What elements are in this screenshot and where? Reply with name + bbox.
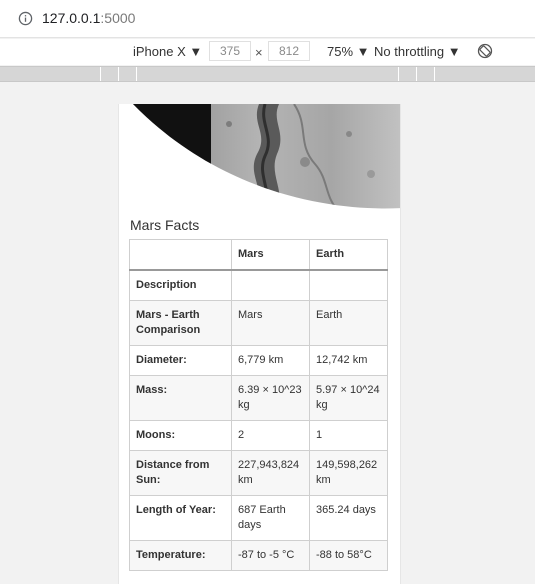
earth-value: 5.97 × 10^24 kg: [309, 375, 388, 421]
earth-value: 12,742 km: [309, 345, 388, 376]
address-bar: 127.0.0.1:5000: [0, 0, 535, 38]
table-row: Mars - Earth Comparison Mars Earth: [129, 300, 388, 346]
earth-value: -88 to 58°C: [309, 540, 388, 571]
earth-value: 149,598,262 km: [309, 450, 388, 496]
row-label: Mass:: [129, 375, 232, 421]
row-label: Diameter:: [129, 345, 232, 376]
mars-value: 6,779 km: [231, 345, 310, 376]
page-title: Mars Facts: [130, 217, 200, 233]
mars-value: Mars: [231, 300, 310, 346]
device-select[interactable]: iPhone X ▼: [133, 44, 202, 59]
mars-facts-table: Mars Earth Description Mars - Earth Comp…: [129, 239, 388, 571]
mars-value: 6.39 × 10^23 kg: [231, 375, 310, 421]
row-label: Temperature:: [129, 540, 232, 571]
table-row: Moons: 2 1: [129, 420, 388, 451]
earth-value: [309, 269, 388, 301]
mars-value: [231, 269, 310, 301]
header-cell-earth: Earth: [309, 239, 388, 271]
page-content: Mars Facts Mars Earth Description Mars -…: [118, 104, 401, 584]
table-row: Temperature: -87 to -5 °C -88 to 58°C: [129, 540, 388, 571]
zoom-select[interactable]: 75% ▼: [327, 44, 370, 59]
mars-value: 227,943,824 km: [231, 450, 310, 496]
row-label: Distance from Sun:: [129, 450, 232, 496]
table-row: Description: [129, 269, 388, 301]
rotate-icon[interactable]: [477, 43, 493, 59]
url-port: :5000: [100, 10, 136, 26]
throttling-select[interactable]: No throttling ▼: [374, 44, 461, 59]
table-row: Diameter: 6,779 km 12,742 km: [129, 345, 388, 376]
row-label: Length of Year:: [129, 495, 232, 541]
mars-surface-image: [133, 104, 400, 209]
width-input[interactable]: 375: [209, 41, 251, 61]
device-viewport: Mars Facts Mars Earth Description Mars -…: [0, 83, 535, 584]
url-host: 127.0.0.1: [42, 10, 101, 26]
earth-value: 1: [309, 420, 388, 451]
dimension-separator: ×: [255, 45, 263, 60]
row-label: Moons:: [129, 420, 232, 451]
table-header-row: Mars Earth: [129, 239, 388, 271]
info-icon[interactable]: [18, 11, 33, 26]
mars-value: 2: [231, 420, 310, 451]
table-row: Mass: 6.39 × 10^23 kg 5.97 × 10^24 kg: [129, 375, 388, 421]
mars-value: 687 Earth days: [231, 495, 310, 541]
mars-value: -87 to -5 °C: [231, 540, 310, 571]
url-field[interactable]: 127.0.0.1:5000: [42, 10, 135, 26]
header-cell-empty: [129, 239, 232, 271]
device-toolbar: iPhone X ▼ 375 × 812 75% ▼ No throttling…: [0, 39, 535, 65]
height-input[interactable]: 812: [268, 41, 310, 61]
earth-value: 365.24 days: [309, 495, 388, 541]
earth-value: Earth: [309, 300, 388, 346]
table-row: Length of Year: 687 Earth days 365.24 da…: [129, 495, 388, 541]
media-query-ruler[interactable]: [0, 66, 535, 82]
table-row: Distance from Sun: 227,943,824 km 149,59…: [129, 450, 388, 496]
header-cell-mars: Mars: [231, 239, 310, 271]
row-label: Description: [129, 269, 232, 301]
row-label: Mars - Earth Comparison: [129, 300, 232, 346]
